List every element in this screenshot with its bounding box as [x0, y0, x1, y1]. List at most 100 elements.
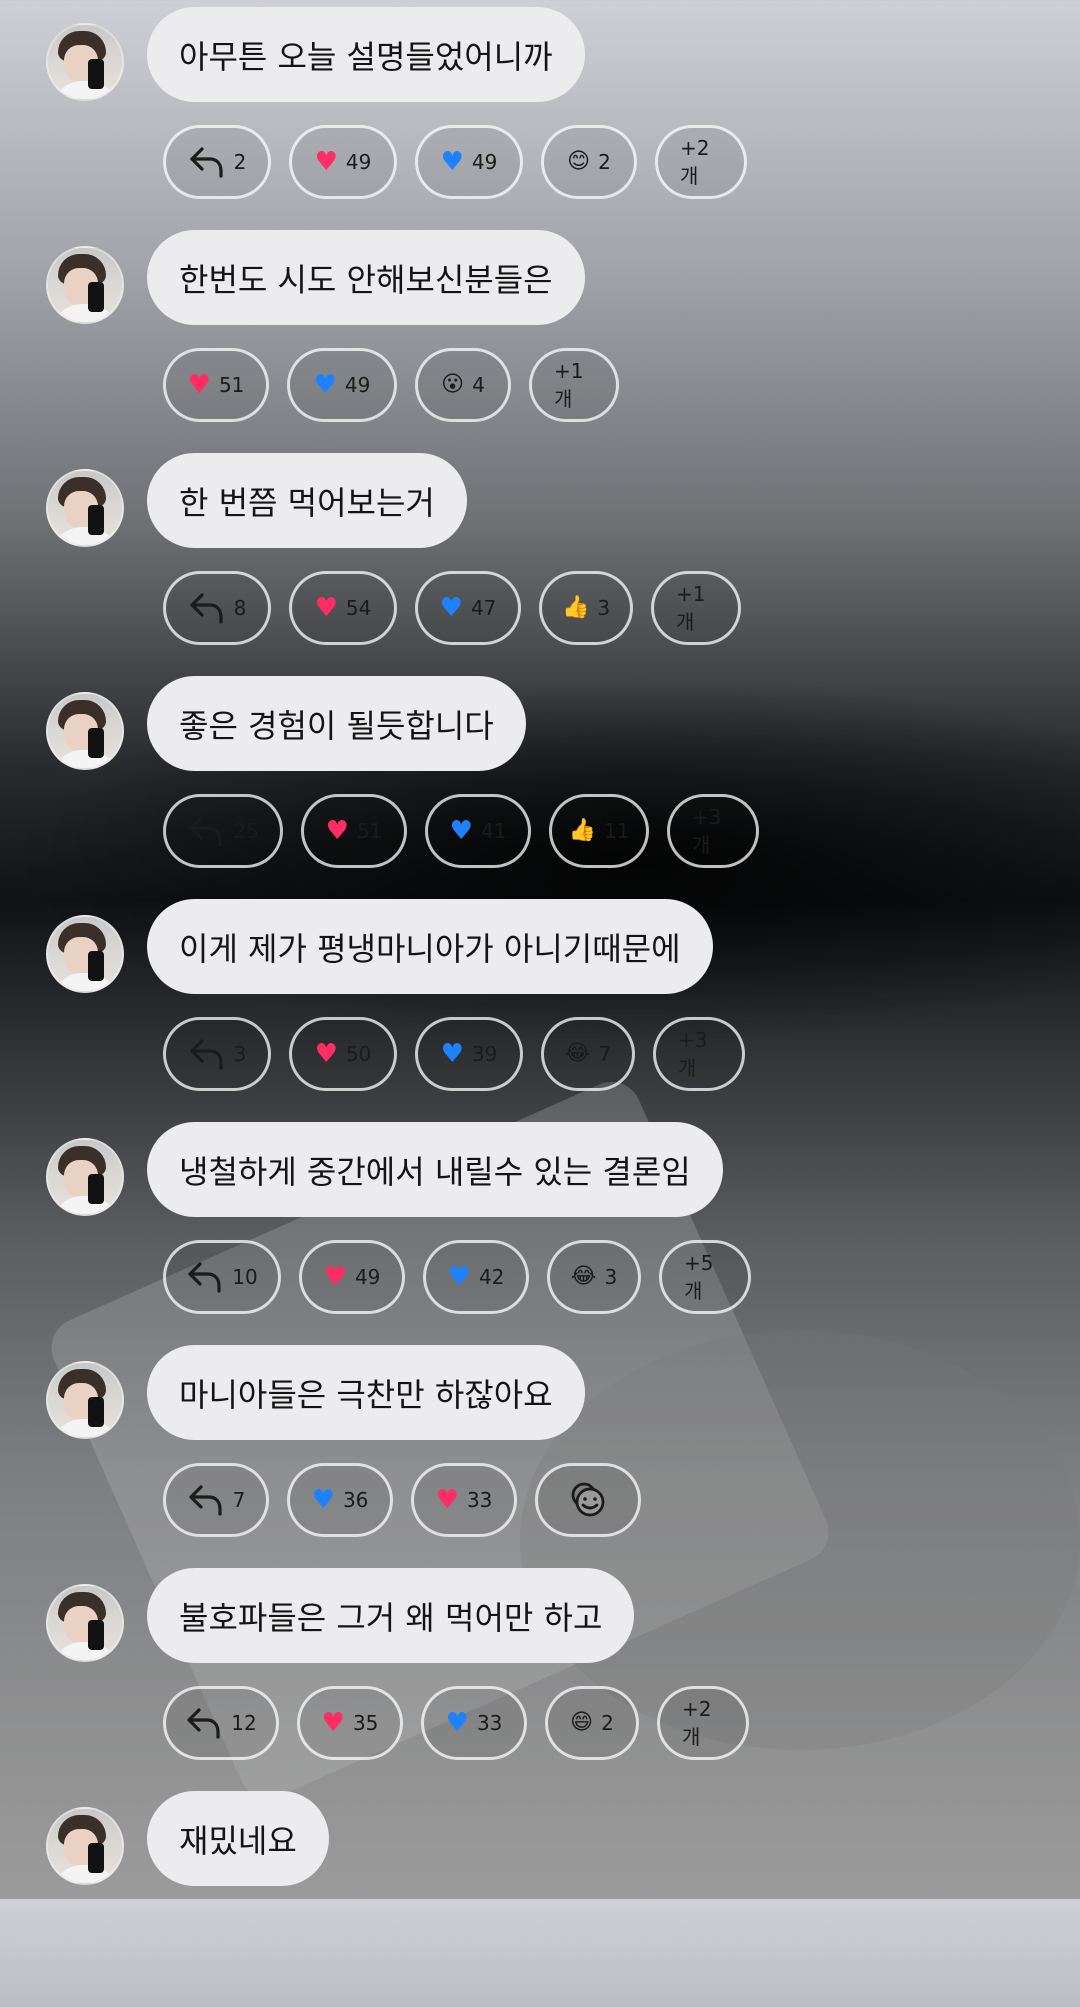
reaction-count: 4 [472, 373, 485, 397]
message-bubble[interactable]: 아무튼 오늘 설명들었어니까 [147, 7, 585, 102]
emoji-reaction[interactable]: 😮 4 [415, 348, 511, 422]
blue-heart-reaction[interactable]: ♥ 33 [421, 1686, 527, 1760]
reply-icon [186, 1260, 224, 1294]
more-reactions-button[interactable]: +3개 [653, 1017, 745, 1091]
grinning-face-icon: 😄 [570, 1710, 594, 1735]
blue-heart-reaction[interactable]: ♥ 49 [287, 348, 397, 422]
red-heart-icon: ♥ [314, 1039, 338, 1069]
reaction-count: 2 [598, 150, 611, 174]
emoji-reaction[interactable]: 😄 2 [545, 1686, 639, 1760]
red-heart-reaction[interactable]: ♥ 54 [289, 571, 397, 645]
reaction-count: 35 [352, 1711, 379, 1735]
blue-heart-icon: ♥ [440, 147, 464, 177]
red-heart-reaction[interactable]: ♥ 33 [411, 1463, 517, 1537]
red-heart-reaction[interactable]: ♥ 51 [301, 794, 407, 868]
reply-count: 10 [232, 1265, 258, 1289]
avatar[interactable] [46, 1138, 124, 1216]
emoji-reaction[interactable]: 😂 3 [547, 1240, 641, 1314]
add-reaction-button[interactable] [535, 1463, 641, 1537]
message-row: 불호파들은 그거 왜 먹어만 하고 12 ♥ 35 ♥ 33 😄 2 +2개 [0, 1561, 1080, 1784]
emoji-reaction[interactable]: 👍 3 [539, 571, 633, 645]
reaction-bar: ♥ 51 ♥ 49 😮 4 +1개 [163, 348, 619, 422]
red-heart-reaction[interactable]: ♥ 35 [297, 1686, 403, 1760]
reaction-bar: 3 ♥ 50 ♥ 39 😂 7 +3개 [163, 1017, 745, 1091]
reaction-count: 3 [604, 1265, 618, 1289]
reaction-count: 11 [603, 819, 630, 843]
message-bubble[interactable]: 한 번쯤 먹어보는거 [147, 453, 467, 548]
more-reactions-button[interactable]: +1개 [529, 348, 619, 422]
astonished-face-icon: 😮 [441, 372, 465, 397]
message-row: 냉철하게 중간에서 내릴수 있는 결론임 10 ♥ 49 ♥ 42 😂 3 +5개 [0, 1115, 1080, 1338]
reply-button[interactable]: 2 [163, 125, 271, 199]
reply-button[interactable]: 3 [163, 1017, 271, 1091]
more-reactions-label: +1개 [676, 581, 706, 634]
more-reactions-button[interactable]: +2개 [657, 1686, 749, 1760]
blue-heart-icon: ♥ [439, 593, 463, 623]
tears-of-joy-icon: 😂 [564, 1041, 591, 1066]
message-row: 한번도 시도 안해보신분들은 ♥ 51 ♥ 49 😮 4 +1개 [0, 223, 1080, 446]
reaction-bar: 12 ♥ 35 ♥ 33 😄 2 +2개 [163, 1686, 749, 1760]
reply-button[interactable]: 12 [163, 1686, 279, 1760]
red-heart-icon: ♥ [187, 370, 211, 400]
red-heart-reaction[interactable]: ♥ 50 [289, 1017, 397, 1091]
avatar[interactable] [46, 692, 124, 770]
avatar[interactable] [46, 1361, 124, 1439]
reply-button[interactable]: 10 [163, 1240, 281, 1314]
reply-button[interactable]: 7 [163, 1463, 269, 1537]
reply-button[interactable]: 25 [163, 794, 283, 868]
blue-heart-reaction[interactable]: ♥ 49 [415, 125, 523, 199]
tears-of-joy-icon: 😂 [570, 1264, 597, 1289]
avatar[interactable] [46, 469, 124, 547]
blue-heart-icon: ♥ [447, 1262, 471, 1292]
reaction-count: 49 [344, 373, 371, 397]
more-reactions-button[interactable]: +5개 [659, 1240, 751, 1314]
blue-heart-reaction[interactable]: ♥ 39 [415, 1017, 523, 1091]
reply-count: 7 [232, 1488, 246, 1512]
avatar[interactable] [46, 1584, 124, 1662]
message-bubble[interactable]: 한번도 시도 안해보신분들은 [147, 230, 585, 325]
avatar[interactable] [46, 23, 124, 101]
more-reactions-button[interactable]: +3개 [667, 794, 759, 868]
reply-icon [188, 591, 226, 625]
emoji-reaction[interactable]: 😊 2 [541, 125, 637, 199]
message-bubble[interactable]: 재밌네요 [147, 1791, 329, 1886]
emoji-reaction[interactable]: 😂 7 [541, 1017, 635, 1091]
emoji-reaction[interactable]: 👍 11 [549, 794, 649, 868]
reply-button[interactable]: 8 [163, 571, 271, 645]
reaction-count: 7 [598, 1042, 612, 1066]
reaction-count: 54 [345, 596, 372, 620]
message-row: 한 번쯤 먹어보는거 8 ♥ 54 ♥ 47 👍 3 +1개 [0, 446, 1080, 669]
avatar[interactable] [46, 246, 124, 324]
message-bubble[interactable]: 이게 제가 평냉마니아가 아니기때문에 [147, 899, 713, 994]
more-reactions-label: +2개 [682, 1696, 712, 1749]
reaction-count: 41 [480, 819, 507, 843]
message-bubble[interactable]: 불호파들은 그거 왜 먹어만 하고 [147, 1568, 635, 1663]
blue-heart-icon: ♥ [445, 1708, 469, 1738]
reply-icon [188, 145, 226, 179]
more-reactions-label: +3개 [692, 804, 722, 857]
avatar[interactable] [46, 1807, 124, 1885]
blue-heart-reaction[interactable]: ♥ 41 [425, 794, 531, 868]
more-reactions-button[interactable]: +1개 [651, 571, 741, 645]
reaction-bar: 2 ♥ 49 ♥ 49 😊 2 +2개 [163, 125, 747, 199]
blue-heart-reaction[interactable]: ♥ 47 [415, 571, 521, 645]
message-bubble[interactable]: 냉철하게 중간에서 내릴수 있는 결론임 [147, 1122, 723, 1217]
blue-heart-reaction[interactable]: ♥ 36 [287, 1463, 393, 1537]
blue-heart-icon: ♥ [313, 370, 337, 400]
blue-heart-icon: ♥ [449, 816, 473, 846]
reply-icon [188, 1037, 226, 1071]
reaction-bar: 10 ♥ 49 ♥ 42 😂 3 +5개 [163, 1240, 751, 1314]
avatar[interactable] [46, 915, 124, 993]
more-reactions-button[interactable]: +2개 [655, 125, 747, 199]
red-heart-icon: ♥ [325, 816, 349, 846]
blue-heart-reaction[interactable]: ♥ 42 [423, 1240, 529, 1314]
red-heart-reaction[interactable]: ♥ 49 [289, 125, 397, 199]
message-row: 마니아들은 극찬만 하잖아요 7 ♥ 36 ♥ 33 [0, 1338, 1080, 1561]
message-bubble[interactable]: 좋은 경험이 될듯합니다 [147, 676, 526, 771]
red-heart-reaction[interactable]: ♥ 49 [299, 1240, 405, 1314]
reply-count: 8 [233, 596, 247, 620]
red-heart-reaction[interactable]: ♥ 51 [163, 348, 269, 422]
message-bubble[interactable]: 마니아들은 극찬만 하잖아요 [147, 1345, 585, 1440]
reaction-bar: 7 ♥ 36 ♥ 33 [163, 1463, 641, 1537]
red-heart-icon: ♥ [314, 593, 338, 623]
